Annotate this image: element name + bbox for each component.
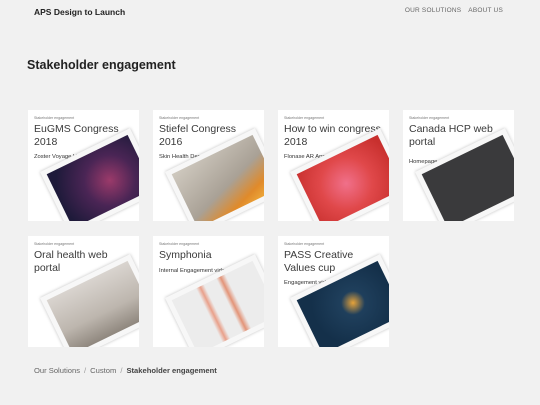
nav-about-us[interactable]: ABOUT US [468, 7, 503, 14]
breadcrumb-current: Stakeholder engagement [126, 366, 217, 375]
breadcrumb: Our Solutions / Custom / Stakeholder eng… [34, 366, 217, 375]
breadcrumb-separator: / [120, 366, 123, 375]
card-tag: Stakeholder engagement [159, 242, 200, 246]
breadcrumb-our-solutions[interactable]: Our Solutions [34, 366, 80, 375]
card-tag: Stakeholder engagement [159, 116, 200, 120]
project-card-eugms[interactable]: Stakeholder engagement EuGMS Congress 20… [28, 110, 139, 221]
card-tag: Stakeholder engagement [284, 242, 325, 246]
card-tag: Stakeholder engagement [284, 116, 325, 120]
nav-our-solutions[interactable]: OUR SOLUTIONS [405, 7, 461, 14]
card-tag: Stakeholder engagement [34, 116, 75, 120]
page-title: Stakeholder engagement [27, 58, 176, 72]
breadcrumb-custom[interactable]: Custom [90, 366, 116, 375]
project-card-stiefel[interactable]: Stakeholder engagement Stiefel Congress … [153, 110, 264, 221]
brand-logo[interactable]: APS Design to Launch [34, 7, 125, 17]
project-grid: Stakeholder engagement EuGMS Congress 20… [28, 110, 514, 347]
project-card-symphonia[interactable]: Stakeholder engagement Symphonia Interna… [153, 236, 264, 347]
project-card-how-to-win[interactable]: Stakeholder engagement How to win congre… [278, 110, 389, 221]
card-tag: Stakeholder engagement [34, 242, 75, 246]
project-card-canada-hcp[interactable]: Stakeholder engagement Canada HCP web po… [403, 110, 514, 221]
top-nav: OUR SOLUTIONS ABOUT US [405, 7, 503, 14]
breadcrumb-separator: / [84, 366, 87, 375]
project-card-pass-creative[interactable]: Stakeholder engagement PASS Creative Val… [278, 236, 389, 347]
card-tag: Stakeholder engagement [409, 116, 450, 120]
project-card-oral-health[interactable]: Stakeholder engagement Oral health web p… [28, 236, 139, 347]
